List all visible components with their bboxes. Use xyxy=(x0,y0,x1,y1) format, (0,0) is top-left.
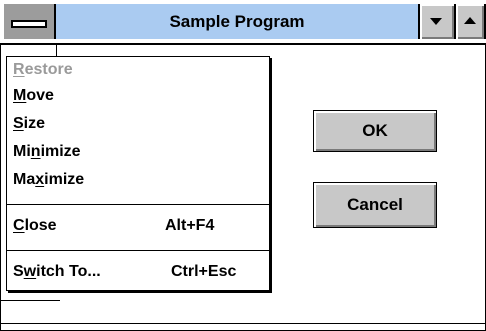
menu-item-label-suffix: lose xyxy=(24,217,57,234)
cancel-button[interactable]: Cancel xyxy=(313,182,437,228)
title-bar: Sample Program xyxy=(0,0,486,45)
divider xyxy=(0,300,60,301)
menu-item-mnemonic: C xyxy=(13,217,25,234)
menu-item-label-prefix: Mi xyxy=(13,143,31,160)
arrow-up-icon xyxy=(464,17,476,24)
title-area[interactable]: Sample Program xyxy=(56,4,420,39)
menu-item-mnemonic: M xyxy=(13,87,27,104)
menu-item-label-suffix: ize xyxy=(23,115,46,132)
menu-item-label-prefix: Ma xyxy=(13,171,36,188)
window-bottom-edge xyxy=(0,323,486,324)
minimize-button[interactable] xyxy=(420,4,456,39)
system-menu-bar-icon xyxy=(11,20,47,28)
maximize-button[interactable] xyxy=(456,4,486,39)
menu-separator xyxy=(7,250,269,251)
menu-item-close[interactable]: Close xyxy=(13,214,57,238)
menu-item-switch-to[interactable]: Switch To... xyxy=(13,260,101,284)
system-menu-button[interactable] xyxy=(4,4,56,39)
menu-item-label-suffix: ove xyxy=(26,87,54,104)
menu-separator xyxy=(7,204,269,205)
menu-item-accelerator: Alt+F4 xyxy=(165,217,215,234)
menu-item-mnemonic: x xyxy=(35,171,45,188)
menu-item-maximize[interactable]: Maximize xyxy=(13,168,84,192)
arrow-down-icon xyxy=(430,18,442,25)
menu-item-size[interactable]: Size xyxy=(13,112,45,136)
menu-item-label-suffix: imize xyxy=(44,171,85,188)
menu-item-mnemonic: w xyxy=(23,263,37,280)
window-title: Sample Program xyxy=(169,12,305,31)
menu-item-label-suffix: estore xyxy=(24,61,73,78)
menu-item-minimize[interactable]: Minimize xyxy=(13,140,81,164)
system-menu: Restore Move Size Minimize Maximize Clos… xyxy=(6,56,270,291)
menu-item-label-suffix: itch To... xyxy=(36,263,101,280)
menu-item-restore[interactable]: Restore xyxy=(13,58,73,82)
ok-button[interactable]: OK xyxy=(313,110,437,152)
menu-item-accelerator: Ctrl+Esc xyxy=(171,263,237,280)
menu-item-move[interactable]: Move xyxy=(13,84,54,108)
menu-item-label-suffix: imize xyxy=(40,143,81,160)
menu-item-mnemonic: S xyxy=(13,115,24,132)
menu-item-mnemonic: n xyxy=(30,143,41,160)
menu-item-label-prefix: S xyxy=(13,263,24,280)
menu-item-mnemonic: R xyxy=(13,61,25,78)
divider xyxy=(56,43,57,56)
